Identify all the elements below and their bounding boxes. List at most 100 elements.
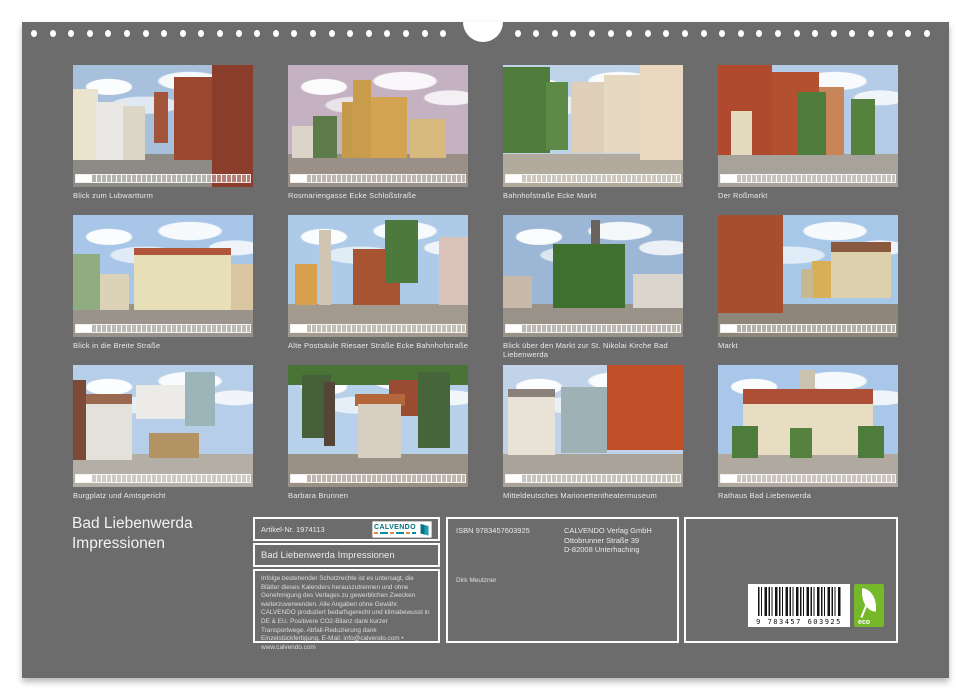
photo (503, 365, 683, 487)
isbn: ISBN 9783457603925 (456, 526, 564, 555)
photo-ground (503, 304, 683, 337)
photo-cell: Barbara Brunnen (288, 365, 496, 500)
photo-shape (561, 387, 608, 453)
photo-ground (288, 304, 468, 337)
binding-hole (422, 30, 428, 37)
binding-hole (310, 30, 316, 37)
page-title: Bad Liebenwerda Impressionen (72, 514, 193, 554)
photo-shape (851, 99, 874, 155)
photo-shape (812, 261, 832, 298)
binding-hole (291, 30, 297, 37)
calvendo-logo: CALVENDO (372, 521, 432, 538)
photo-shape (73, 380, 86, 461)
photo-shape (607, 365, 683, 450)
binding-hole (663, 30, 669, 37)
calvendo-page-icon (419, 523, 430, 536)
photo-cell: Bahnhofstraße Ecke Markt (503, 65, 711, 200)
article-number: Artikel-Nr. 1974113 (261, 525, 325, 534)
binding-hole (161, 30, 167, 37)
eco-logo: eco (854, 584, 884, 627)
binding-hole (384, 30, 390, 37)
photo-shape (73, 254, 100, 310)
mini-calendar-strip (506, 175, 680, 182)
photo-shape (410, 119, 446, 158)
barcode-box: 9 783457 603925 eco (684, 517, 898, 643)
mini-calendar-strip (76, 475, 250, 482)
photo-caption: Blick über den Markt zur St. Nikolai Kir… (503, 341, 711, 359)
photo-shape (324, 382, 335, 445)
binding-hole (198, 30, 204, 37)
photo-shape (604, 75, 640, 153)
publisher-street: Ottobrunner Straße 39 (564, 536, 652, 546)
eco-label: eco (858, 619, 870, 626)
calvendo-logo-tagline (374, 532, 416, 534)
photo-shape (633, 274, 683, 308)
binding-hole (626, 30, 632, 37)
binding-hole (68, 30, 74, 37)
photo (718, 215, 898, 337)
photo-shape (174, 77, 212, 160)
photo-caption: Blick zum Lubwartturm (73, 191, 281, 200)
mini-calendar-strip (291, 475, 465, 482)
photo-cell: Rathaus Bad Liebenwerda (718, 365, 926, 500)
photo-shape (313, 116, 336, 157)
photo-cell: Der Roßmarkt (718, 65, 926, 200)
binding-hole (254, 30, 260, 37)
photo-shape (797, 92, 826, 155)
photo-shape (385, 220, 417, 283)
photo-shape (292, 126, 315, 158)
calendar-title-box: Bad Liebenwerda Impressionen (253, 543, 440, 567)
photo-shape (358, 404, 401, 458)
mini-calendar-strip (291, 175, 465, 182)
binding-hole (738, 30, 744, 37)
photo (718, 365, 898, 487)
author-name: Dirk Meutzner (456, 577, 669, 584)
photo-cell: Blick über den Markt zur St. Nikolai Kir… (503, 215, 711, 359)
photo (73, 215, 253, 337)
binding-hole (570, 30, 576, 37)
binding-hole (812, 30, 818, 37)
photo-ground (288, 154, 468, 187)
photo-shape (123, 106, 145, 160)
binding-hole (347, 30, 353, 37)
eco-leaf-stem (860, 604, 867, 618)
publisher-box: ISBN 9783457603925 CALVENDO Verlag GmbH … (446, 517, 679, 643)
photo-cell: Blick in die Breite Straße (73, 215, 281, 350)
binding-hole (775, 30, 781, 37)
binding-hole (180, 30, 186, 37)
binding-hole (105, 30, 111, 37)
photo-shape (231, 264, 253, 310)
photo-cell: Rosmariengasse Ecke Schloßstraße (288, 65, 496, 200)
photo-shape (418, 372, 450, 448)
binding-hole (887, 30, 893, 37)
binding-hole (831, 30, 837, 37)
photo (288, 65, 468, 187)
binding-hole (31, 30, 37, 37)
photo-cell: Markt (718, 215, 926, 350)
binding-hole (329, 30, 335, 37)
binding-hole (124, 30, 130, 37)
photo-shape (295, 264, 317, 305)
barcode-bars (758, 587, 842, 616)
photo-shape (831, 252, 890, 298)
photo-caption: Markt (718, 341, 926, 350)
photo-shape (718, 215, 783, 313)
binding-hole (515, 30, 521, 37)
photo-shape (149, 433, 199, 457)
mini-calendar-strip (506, 475, 680, 482)
mini-calendar-strip (721, 175, 895, 182)
publisher-city: D-82008 Unterhaching (564, 545, 652, 555)
photo-shape (73, 89, 98, 160)
binding-hole (608, 30, 614, 37)
photo (73, 65, 253, 187)
binding-hole (273, 30, 279, 37)
photo-cell: Mitteldeutsches Marionettentheatermuseum (503, 365, 711, 500)
photo-shape (134, 255, 231, 310)
photo-cell: Alte Postsäule Riesaer Straße Ecke Bahnh… (288, 215, 496, 350)
page-title-line1: Bad Liebenwerda (72, 514, 193, 534)
photo (503, 215, 683, 337)
binding-hole (143, 30, 149, 37)
photo-shape (790, 428, 812, 457)
calendar-page: Blick zum Lubwartturm Rosmariengasse Eck… (22, 22, 949, 678)
binding-hole (533, 30, 539, 37)
